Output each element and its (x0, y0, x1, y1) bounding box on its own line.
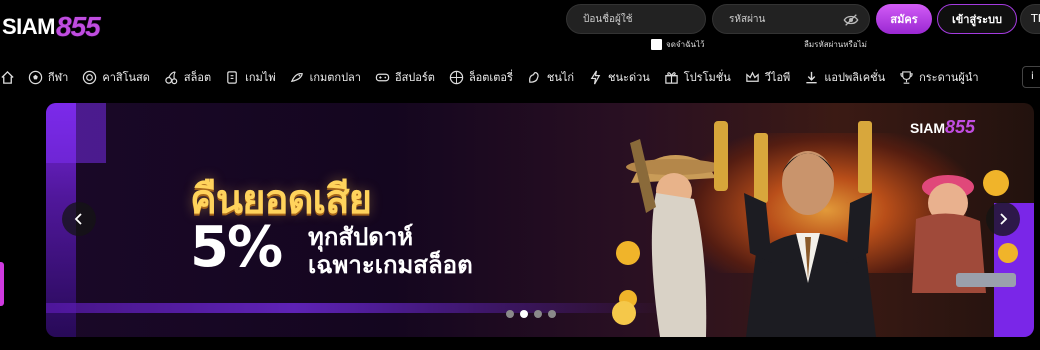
chevron-right-icon (1000, 213, 1008, 225)
nav-item-sports[interactable]: กีฬา (28, 62, 68, 92)
nav-label: เกมไพ่ (245, 71, 276, 84)
site-logo[interactable]: SIAM 855 (2, 10, 101, 44)
nav-item-app[interactable]: แอปพลิเคชั่น (804, 62, 885, 92)
banner-brand-word: SIAM (910, 119, 945, 136)
banner-next-button[interactable] (986, 202, 1020, 236)
gangster-figure (744, 121, 876, 337)
nav-label: คาสิโนสด (102, 71, 150, 84)
nav-label: เกมตกปลา (309, 71, 361, 84)
download-icon (806, 71, 817, 83)
nav-item-slots[interactable]: สล็อต (164, 62, 211, 92)
nav-home[interactable] (0, 62, 20, 92)
banner-dot[interactable] (520, 310, 528, 318)
nav-label: อีสปอร์ต (394, 71, 435, 84)
nav-label: สล็อต (183, 71, 212, 84)
casino-chip-icon (83, 70, 97, 84)
gift-icon (665, 71, 678, 84)
remember-label: จดจำฉันไว้ (666, 40, 705, 49)
promo-banner[interactable]: SIAM 855 คืนยอดเสีย 5% ทุกสัปดาห์ เฉพาะเ… (46, 103, 1034, 337)
banner-pagination (506, 310, 556, 318)
nav-item-esports[interactable]: อีสปอร์ต (375, 62, 435, 92)
nav-label: ชนไก่ (546, 71, 575, 84)
slot-cherry-icon (165, 70, 178, 84)
nav-label: กีฬา (48, 71, 69, 84)
home-icon (1, 70, 14, 84)
remember-me[interactable]: จดจำฉันไว้ (651, 38, 705, 51)
nav-item-vip[interactable]: วีไอพี (745, 62, 791, 92)
banner-corner-glow (46, 103, 106, 163)
nav-item-quick-win[interactable]: ชนะด่วน (588, 62, 650, 92)
rooster-icon (528, 71, 539, 83)
banner-dot[interactable] (548, 310, 556, 318)
lottery-ball-icon (449, 70, 464, 84)
banner-brand-number: 855 (945, 117, 976, 137)
username-input[interactable] (567, 5, 705, 33)
banner-dot[interactable] (534, 310, 542, 318)
nav-item-lottery[interactable]: ล็อตเตอรี่ (449, 62, 513, 92)
nav-label: ล็อตเตอรี่ (468, 71, 513, 84)
hide-password-icon[interactable] (843, 13, 859, 27)
forgot-password-link[interactable]: ลืมรหัสผ่านหรือไม่ (804, 38, 867, 51)
logo-word: SIAM (2, 14, 56, 39)
register-button[interactable]: สมัคร (876, 4, 932, 34)
banner-dot[interactable] (506, 310, 514, 318)
nav-overflow-button[interactable]: i (1022, 66, 1040, 88)
nav-label: โปรโมชั่น (683, 71, 731, 84)
remember-checkbox[interactable] (651, 39, 662, 50)
banner-brand-logo: SIAM 855 (910, 117, 975, 138)
nav-item-cockfight[interactable]: ชนไก่ (527, 62, 574, 92)
main-nav: กีฬา คาสิโนสด สล็อต เกมไพ่ เกมตกปลา อีสป… (0, 62, 1040, 92)
language-selector[interactable]: TH (1020, 4, 1040, 34)
nav-label: กระดานผู้นำ (919, 71, 979, 84)
cowgirl-figure (626, 121, 728, 337)
username-field-wrap (566, 4, 706, 34)
side-floating-tab[interactable] (0, 262, 4, 306)
banner-prev-button[interactable] (62, 202, 96, 236)
banner-stripe (46, 303, 666, 313)
nav-item-promotion[interactable]: โปรโมชั่น (664, 62, 731, 92)
nav-label: แอปพลิเคชั่น (824, 71, 886, 84)
promo-subline-slots: เฉพาะเกมสล็อต (308, 251, 473, 279)
lightning-icon (590, 70, 601, 84)
soccer-ball-icon (28, 70, 43, 84)
logo-number: 855 (56, 11, 101, 42)
chevron-left-icon (74, 213, 82, 225)
trophy-icon (900, 70, 913, 84)
nav-item-leaderboard[interactable]: กระดานผู้นำ (899, 62, 979, 92)
crown-icon (746, 70, 759, 82)
nav-item-fishing[interactable]: เกมตกปลา (290, 62, 361, 92)
cards-icon (227, 70, 237, 84)
login-button[interactable]: เข้าสู่ระบบ (937, 4, 1017, 34)
password-field-wrap (712, 4, 870, 34)
promo-percent: 5% (190, 215, 283, 280)
banner-characters-illustration (612, 121, 1018, 337)
fish-icon (290, 72, 303, 82)
gamepad-icon (375, 73, 390, 81)
nav-item-live-casino[interactable]: คาสิโนสด (82, 62, 150, 92)
nav-label: วีไอพี (764, 71, 791, 84)
nav-item-card-games[interactable]: เกมไพ่ (225, 62, 276, 92)
nav-label: ชนะด่วน (608, 71, 650, 84)
